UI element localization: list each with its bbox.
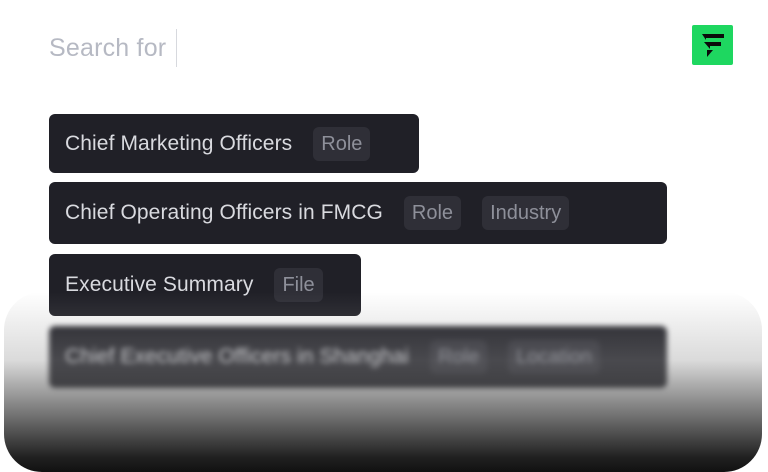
tag-industry[interactable]: Industry	[482, 196, 570, 230]
suggestion-label: Chief Marketing Officers	[65, 131, 293, 155]
tag-role[interactable]: Role	[403, 196, 462, 230]
suggestion-item-cmo[interactable]: Chief Marketing Officers Role	[49, 114, 419, 173]
tag-file[interactable]: File	[274, 268, 323, 302]
suggestion-label: Executive Summary	[65, 273, 254, 296]
tag-role[interactable]: Role	[430, 340, 488, 374]
suggestion-item-coo-fmcg[interactable]: Chief Operating Officers in FMCG Role In…	[49, 182, 667, 244]
tag-role[interactable]: Role	[313, 126, 371, 161]
text-caret	[176, 29, 178, 67]
logo-mark-icon	[701, 33, 724, 57]
suggestion-item-executive-summary[interactable]: Executive Summary File	[49, 254, 361, 316]
search-suggestions-panel: Search for Chief Marketing Officers Role…	[0, 0, 768, 472]
suggestion-label: Chief Executive Officers in Shanghai	[65, 345, 410, 368]
search-bar[interactable]: Search for	[49, 28, 178, 68]
suggestion-label: Chief Operating Officers in FMCG	[65, 201, 383, 224]
tag-location[interactable]: Location	[508, 340, 600, 374]
search-input[interactable]: Search for	[49, 34, 166, 63]
brand-logo-icon[interactable]	[692, 25, 733, 65]
suggestion-item-ceo-shanghai[interactable]: Chief Executive Officers in Shanghai Rol…	[49, 326, 667, 388]
